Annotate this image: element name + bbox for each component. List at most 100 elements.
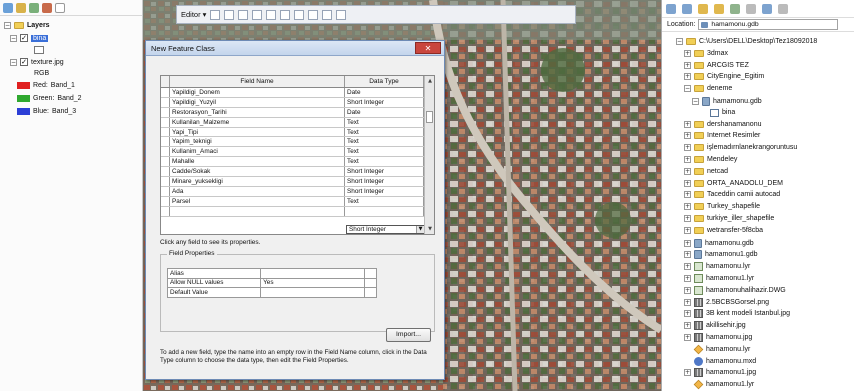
data-type-cell[interactable]: Short Integer [345, 167, 424, 177]
catalog-item[interactable]: + hamamonu.gdb [684, 238, 754, 248]
field-row[interactable]: Yapim_teknigi Text [161, 137, 434, 148]
property-row[interactable]: Allow NULL values Yes [166, 277, 378, 288]
catalog-item-label[interactable]: CityEngine_Egitim [707, 73, 764, 80]
collapse-icon[interactable]: − [10, 34, 17, 42]
chevron-down-icon[interactable]: ▼ [416, 226, 424, 233]
catalog-item-label[interactable]: Mendeley [707, 156, 737, 163]
row-selector[interactable] [161, 186, 170, 196]
catalog-item-label[interactable]: ORTA_ANADOLU_DEM [707, 180, 783, 187]
vertex-icon[interactable] [252, 9, 263, 20]
catalog-item[interactable]: bina [700, 108, 735, 117]
field-row[interactable]: Parsel Text [161, 196, 434, 207]
catalog-item[interactable]: + CityEngine_Egitim [684, 73, 764, 81]
close-button[interactable]: ✕ [415, 42, 441, 54]
dialog-title-bar[interactable]: New Feature Class ✕ [146, 41, 444, 56]
catalog-item[interactable]: + netcad [684, 167, 728, 175]
catalog-item-label[interactable]: 3dmax [707, 50, 728, 57]
expand-icon[interactable]: + [684, 263, 691, 271]
catalog-item[interactable]: + hamamonu1.jpg [684, 368, 756, 378]
catalog-item[interactable]: + hamamonu1.gdb [684, 250, 758, 260]
field-name-cell[interactable]: Yapi_Tipi [170, 127, 345, 137]
catalog-item-label[interactable]: wetransfer-5f8cba [707, 227, 763, 234]
edit-tool-icon[interactable] [210, 9, 221, 20]
field-name-cell[interactable]: Cadde/Sokak [170, 167, 345, 177]
catalog-item[interactable]: + Mendeley [684, 156, 737, 163]
catalog-item-label[interactable]: Taceddin camii autocad [707, 191, 780, 198]
expand-icon[interactable]: + [684, 322, 691, 330]
layer-bina[interactable]: − ✓ bina [10, 34, 49, 42]
expand-icon[interactable]: + [684, 179, 691, 187]
row-selector[interactable] [161, 196, 170, 206]
layer-bina-label[interactable]: bina [31, 34, 49, 42]
field-properties-table[interactable]: Alias Allow NULL values Yes Default Valu… [166, 268, 378, 298]
field-name-cell[interactable]: Parsel [170, 196, 345, 206]
expand-icon[interactable]: + [684, 167, 691, 175]
field-name-cell[interactable]: Yapildigi_Yuzyil [170, 97, 345, 107]
field-row[interactable]: Yapildigi_Donem Date [161, 88, 434, 98]
catalog-item-label[interactable]: hamamonuhalihazir.DWG [706, 287, 786, 294]
field-name-cell[interactable] [170, 206, 345, 216]
catalog-item-label[interactable]: hamamonu.jpg [706, 334, 752, 341]
expand-icon[interactable]: + [684, 191, 691, 199]
catalog-item-label[interactable]: hamamonu1.lyr [706, 381, 754, 388]
catalog-item[interactable]: hamamonu.mxd [684, 356, 756, 366]
data-type-cell[interactable]: Text [345, 196, 424, 206]
row-selector[interactable] [161, 167, 170, 177]
catalog-item-label[interactable]: Internet Resimler [707, 132, 760, 139]
fields-grid[interactable]: Field Name Data Type Yapildigi_Donem Date… [160, 75, 435, 235]
expand-icon[interactable]: + [684, 61, 691, 69]
catalog-item-label[interactable]: hamamonu.gdb [713, 98, 762, 105]
expand-icon[interactable]: + [684, 49, 691, 57]
views-icon[interactable] [746, 3, 756, 14]
catalog-item[interactable]: + hamamonu1.lyr [684, 274, 754, 283]
catalog-item[interactable]: + Internet Resimler [684, 132, 760, 140]
expand-icon[interactable]: + [684, 275, 691, 282]
field-name-cell[interactable]: Yapildigi_Donem [170, 88, 345, 97]
catalog-item-label[interactable]: ARCGIS TEZ [707, 62, 749, 69]
list-by-visibility-icon[interactable] [29, 2, 39, 13]
layers-node[interactable]: − Layers [4, 22, 50, 29]
grid-scrollbar[interactable]: ▲ ▼ [424, 76, 434, 234]
expand-icon[interactable]: + [684, 215, 691, 222]
bina-symbol[interactable] [34, 46, 44, 54]
catalog-item-label[interactable]: 3B kent modeli Istanbul.jpg [706, 310, 790, 317]
expand-icon[interactable]: + [684, 310, 691, 318]
delete-icon[interactable] [294, 9, 305, 20]
expand-icon[interactable]: + [684, 203, 691, 211]
catalog-item[interactable]: + ORTA_ANADOLU_DEM [684, 179, 783, 187]
polygon-symbol-icon[interactable] [34, 46, 44, 54]
catalog-item-label[interactable]: Turkey_shapefile [707, 203, 760, 210]
property-row[interactable]: Default Value [166, 287, 378, 298]
catalog-item[interactable]: + Taceddin camii autocad [684, 191, 780, 199]
field-row[interactable]: Mahalle Text [161, 157, 434, 168]
scrollbar-thumb[interactable] [426, 111, 433, 123]
data-type-cell[interactable]: Date [345, 107, 424, 117]
scroll-down-icon[interactable]: ▼ [425, 224, 435, 234]
row-selector[interactable] [161, 97, 170, 107]
data-type-cell[interactable]: Text [345, 137, 424, 147]
row-selector[interactable] [161, 127, 170, 137]
data-type-cell[interactable]: Short Integer [345, 186, 424, 196]
catalog-item-label[interactable]: netcad [707, 168, 728, 175]
data-type-cell[interactable]: Short Integer [345, 177, 424, 186]
collapse-icon[interactable]: − [684, 85, 691, 93]
catalog-item-label[interactable]: hamamonu.lyr [706, 346, 750, 353]
field-name-cell[interactable]: Yapim_teknigi [170, 137, 345, 147]
row-selector[interactable] [161, 117, 170, 127]
catalog-item-label[interactable]: hamamonu1.gdb [705, 251, 758, 258]
row-selector[interactable] [161, 177, 170, 186]
expand-icon[interactable]: + [684, 334, 691, 341]
catalog-item[interactable]: + wetransfer-5f8cba [684, 226, 763, 234]
field-row[interactable]: Ada Short Integer [161, 186, 434, 197]
catalog-item[interactable]: +3B kent modeli Istanbul.jpg [684, 309, 790, 319]
expand-icon[interactable]: + [684, 156, 691, 163]
scroll-up-icon[interactable]: ▲ [425, 76, 435, 86]
data-type-dropdown[interactable]: Short Integer ▼ [346, 225, 425, 234]
list-by-drawing-order-icon[interactable] [3, 2, 13, 13]
sketch-tool-icon[interactable] [224, 9, 235, 20]
up-one-level-icon[interactable] [698, 3, 708, 14]
property-value[interactable]: Yes [260, 277, 365, 288]
field-row[interactable]: Minare_yuksekligi Short Integer [161, 177, 434, 187]
catalog-item[interactable]: + işlemadırnlanekrangoruntusu [684, 144, 797, 152]
field-row[interactable] [161, 206, 434, 217]
